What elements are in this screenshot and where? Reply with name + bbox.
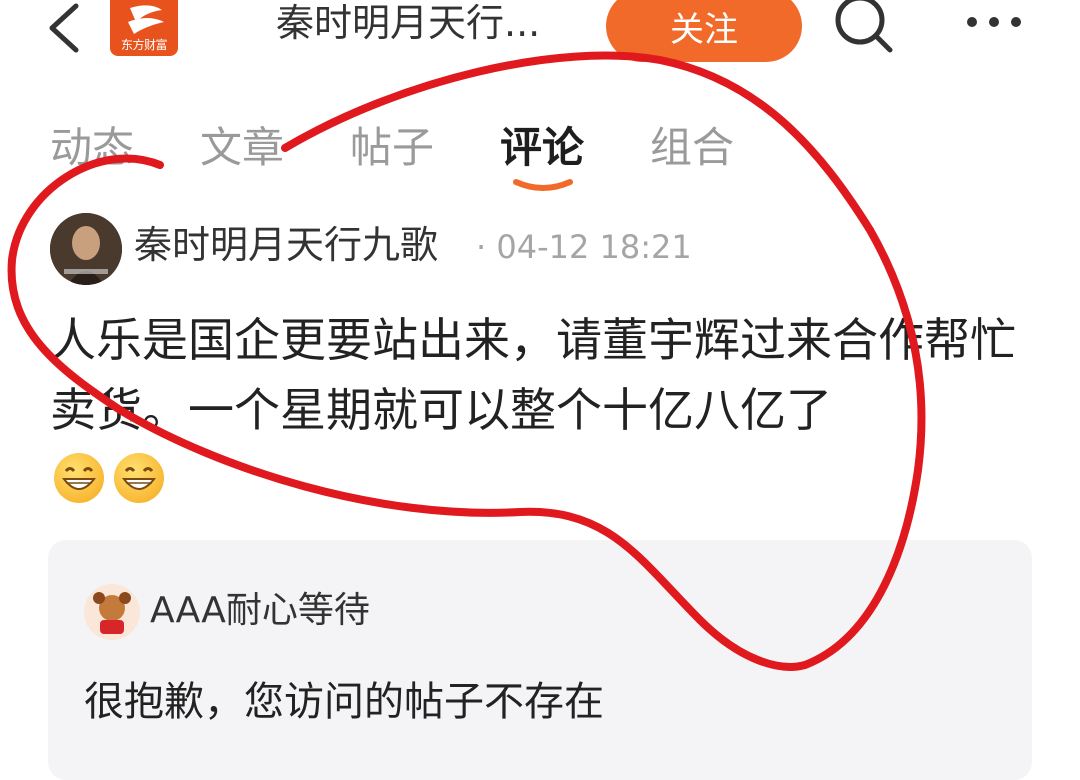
avatar[interactable] [50,213,122,285]
active-tab-indicator [513,179,573,191]
back-arrow-icon [49,3,79,53]
quoted-text: 很抱歉，您访问的帖子不存在 [84,679,604,725]
avatar[interactable] [84,584,140,640]
post-timestamp: · 04-12 18:21 [476,228,692,266]
quoted-author-name[interactable]: AAA耐心等待 [150,588,370,634]
mascot-avatar-icon [84,584,140,640]
profile-tabs: 动态 文章 帖子 评论 组合 [0,110,1080,200]
follow-button[interactable]: 关注 [606,0,802,62]
page-title: 秦时明月天行... [276,1,541,45]
tab-comments[interactable]: 评论 [500,122,584,174]
more-button[interactable] [960,0,1030,50]
author-name[interactable]: 秦时明月天行九歌 [134,221,438,269]
logo-mark-icon [128,5,164,34]
quoted-post-card[interactable]: AAA耐心等待 很抱歉，您访问的帖子不存在 [48,540,1032,780]
back-button[interactable] [40,0,100,60]
top-bar: 东方财富 秦时明月天行... 关注 [0,0,1080,100]
grin-emoji-icon [114,453,164,503]
user-portrait-icon [50,213,122,285]
tab-articles[interactable]: 文章 [200,122,284,174]
grin-emoji-icon [54,453,104,503]
comment-text: 人乐是国企更要站出来，请董宇辉过来合作帮忙卖货。一个星期就可以整个十亿八亿了 [50,313,1016,437]
tab-dynamic[interactable]: 动态 [50,122,134,174]
app-logo[interactable]: 东方财富 [110,0,178,56]
more-dots-icon [967,17,1021,27]
logo-text: 东方财富 [120,38,168,52]
tab-posts[interactable]: 帖子 [350,122,434,174]
search-button[interactable] [828,0,898,60]
tab-portfolio[interactable]: 组合 [650,122,734,174]
search-icon [835,0,893,53]
